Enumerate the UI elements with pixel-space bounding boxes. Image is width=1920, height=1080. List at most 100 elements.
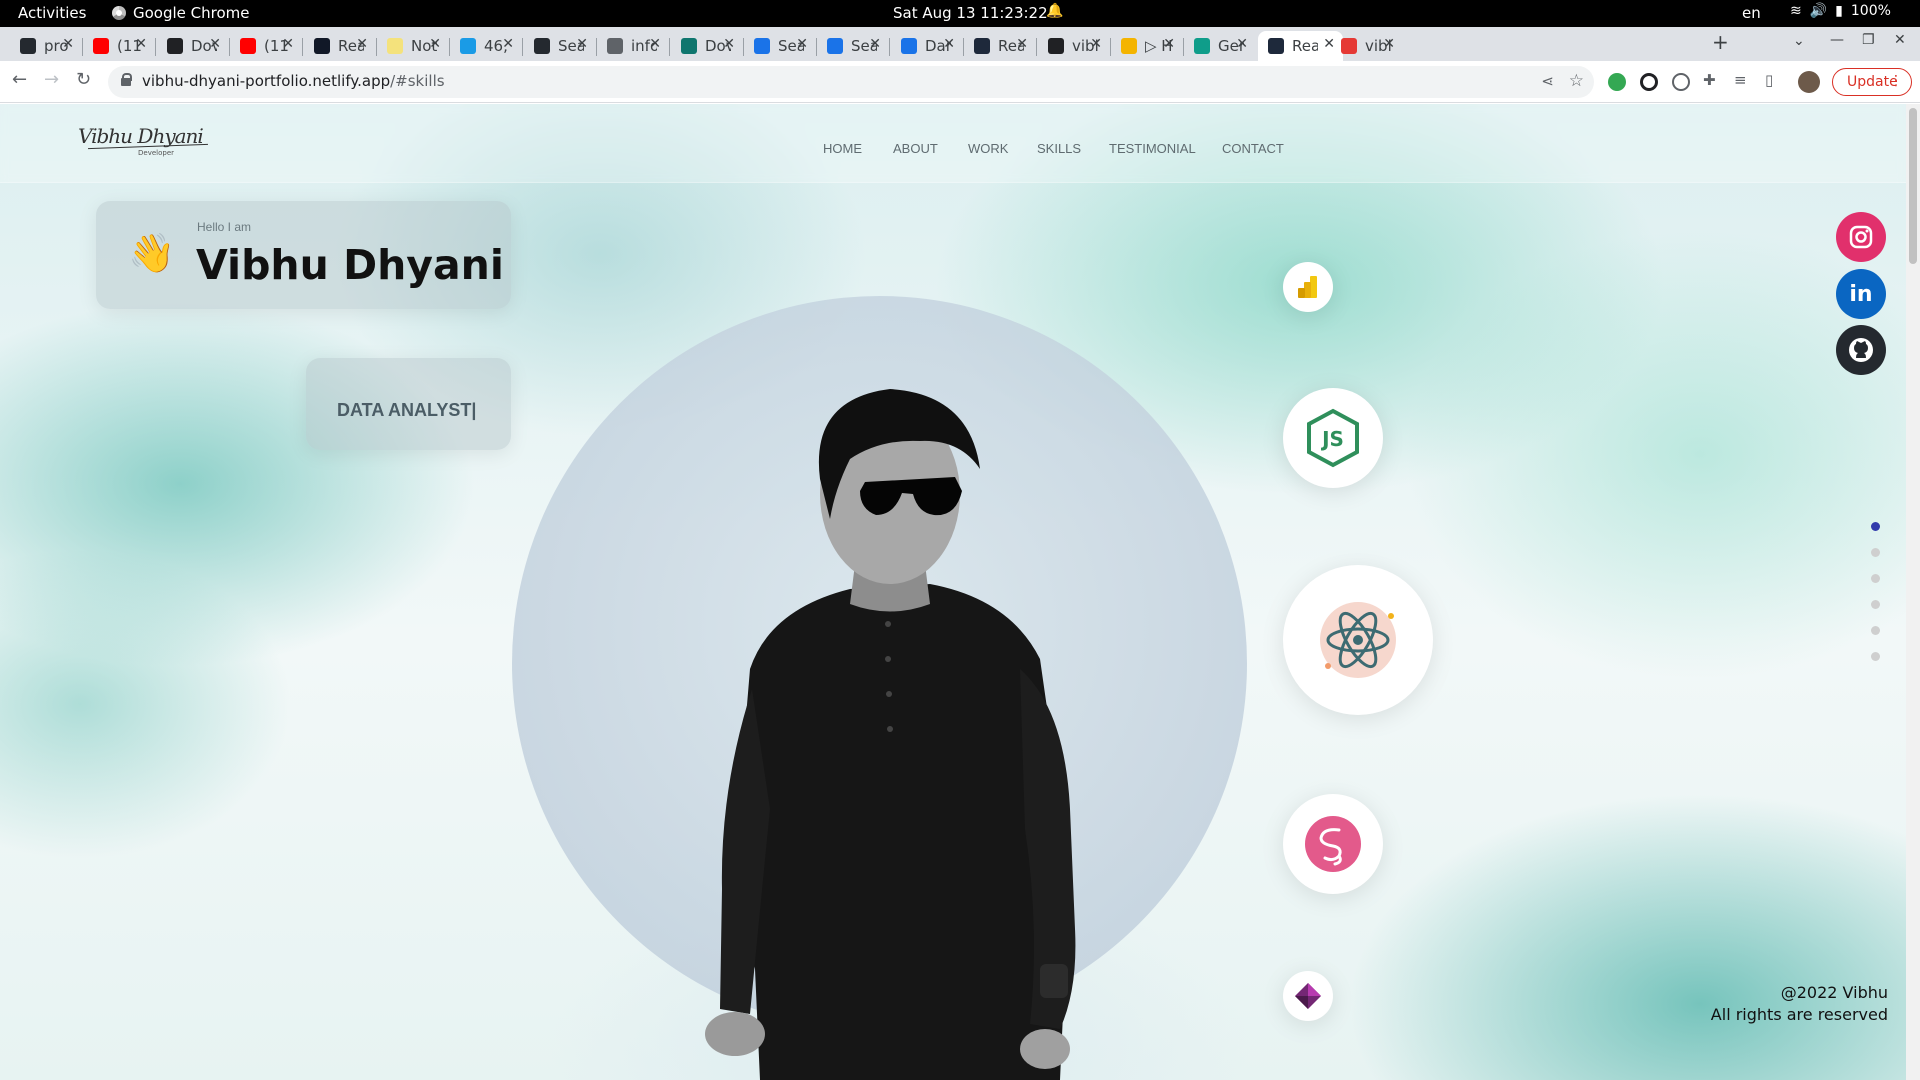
tab-close-icon[interactable]: ✕ [576, 36, 588, 52]
page-scrollbar[interactable] [1906, 104, 1920, 1080]
new-tab-button[interactable]: + [1712, 30, 1729, 54]
system-top-bar: Activities Google Chrome Sat Aug 13 11:2… [0, 0, 1920, 27]
forward-arrow-icon[interactable]: → [44, 69, 59, 90]
browser-tab[interactable]: (11 ✕ [230, 31, 302, 61]
nav-about[interactable]: ABOUT [893, 141, 968, 156]
tab-close-icon[interactable]: ✕ [356, 36, 368, 52]
browser-tab[interactable]: Not ✕ [377, 31, 449, 61]
tab-close-icon[interactable]: ✕ [649, 36, 661, 52]
dot-skills[interactable] [1871, 600, 1880, 609]
activities-button[interactable]: Activities [18, 4, 86, 22]
tab-close-icon[interactable]: ✕ [1236, 36, 1248, 52]
browser-tab[interactable]: Sea ✕ [524, 31, 596, 61]
copyright-year: @2022 Vibhu [1780, 983, 1888, 1002]
tab-close-icon[interactable]: ✕ [1090, 36, 1102, 52]
side-panel-icon[interactable]: ▯ [1765, 71, 1773, 89]
tab-close-icon[interactable]: ✕ [723, 36, 735, 52]
reload-icon[interactable]: ↻ [76, 69, 91, 90]
close-window-icon[interactable]: ✕ [1894, 32, 1906, 48]
browser-tab[interactable]: Ger ✕ [1184, 31, 1256, 61]
dot-contact[interactable] [1871, 652, 1880, 661]
hero-name: Vibhu Dhyani [196, 241, 504, 289]
nav-testimonial[interactable]: TESTIMONIAL [1109, 141, 1222, 156]
nav-work[interactable]: WORK [968, 141, 1037, 156]
tab-search-chevron-icon[interactable]: ⌄ [1793, 33, 1805, 49]
nav-skills[interactable]: SKILLS [1037, 141, 1109, 156]
browser-tab[interactable]: Rea ✕ [964, 31, 1036, 61]
tab-close-icon[interactable]: ✕ [943, 36, 955, 52]
dot-home[interactable] [1871, 522, 1880, 531]
tab-close-icon[interactable]: ✕ [1163, 36, 1175, 52]
tab-close-icon[interactable]: ✕ [796, 36, 808, 52]
tab-separator [669, 38, 670, 56]
back-arrow-icon[interactable]: ← [12, 69, 27, 90]
tab-close-icon[interactable]: ✕ [209, 36, 221, 52]
clock[interactable]: Sat Aug 13 11:23:22 [893, 4, 1048, 22]
browser-tab[interactable]: Dar ✕ [891, 31, 963, 61]
browser-tab[interactable]: ▷ H ✕ [1111, 31, 1183, 61]
nav-contact[interactable]: CONTACT [1222, 141, 1292, 156]
kebab-menu-icon[interactable]: ⋮ [1889, 73, 1903, 89]
browser-tab[interactable]: Sea ✕ [744, 31, 816, 61]
share-icon[interactable]: ⋖ [1541, 72, 1554, 90]
scrollbar-thumb[interactable] [1909, 108, 1917, 264]
browser-tab[interactable]: Dov ✕ [157, 31, 229, 61]
tab-separator [302, 38, 303, 56]
restore-icon[interactable]: ❐ [1862, 32, 1875, 48]
extension-circle-icon[interactable] [1672, 73, 1690, 91]
language-indicator[interactable]: en [1742, 4, 1761, 22]
tab-close-icon[interactable]: ✕ [502, 36, 514, 52]
tab-strip: pro ✕ (11 ✕ Dov ✕ (11 ✕ Rea ✕ Not ✕ 46, ✕ Sea ✕ info ✕ Dov… [0, 27, 1920, 61]
copyright: @2022 Vibhu All rights are reserved [1711, 982, 1888, 1026]
instagram-link[interactable] [1836, 212, 1886, 262]
system-status-area[interactable]: ≋ 🔊 ▮ 100% [1790, 3, 1891, 19]
power-bi-skill [1283, 262, 1333, 312]
dot-work[interactable] [1871, 574, 1880, 583]
sass-icon [1305, 816, 1361, 872]
reading-list-icon[interactable]: ≡ [1734, 71, 1747, 89]
github-link[interactable] [1836, 325, 1886, 375]
extensions-puzzle-icon[interactable]: ✚ [1703, 71, 1716, 89]
greeting-text: Hello I am [197, 220, 252, 234]
update-button[interactable]: Update ⋮ [1832, 68, 1912, 96]
tab-close-icon[interactable]: ✕ [282, 36, 294, 52]
site-icon [167, 38, 183, 54]
dot-about[interactable] [1871, 548, 1880, 557]
tab-close-icon[interactable]: ✕ [135, 36, 147, 52]
extension-sync-icon[interactable] [1640, 73, 1658, 91]
minimize-icon[interactable]: — [1830, 32, 1844, 48]
profile-photo [705, 389, 1076, 1080]
app-menu[interactable]: Google Chrome [112, 4, 250, 22]
lock-icon[interactable] [121, 73, 132, 86]
tab-close-icon[interactable]: ✕ [1383, 36, 1395, 52]
browser-tab[interactable]: Sea ✕ [817, 31, 889, 61]
profile-avatar[interactable] [1798, 71, 1820, 93]
volume-icon: 🔊 [1809, 3, 1828, 19]
browser-tab[interactable]: info ✕ [597, 31, 669, 61]
browser-tab[interactable]: pro ✕ [10, 31, 82, 61]
tab-close-icon[interactable]: ✕ [1016, 36, 1028, 52]
site-logo[interactable]: Vibhu Dhyani Developer [78, 124, 218, 164]
browser-tab[interactable]: (11 ✕ [83, 31, 155, 61]
browser-tab[interactable]: vibl ✕ [1331, 31, 1403, 61]
browser-tab[interactable]: Rea ✕ [304, 31, 376, 61]
extension-green-plus-icon[interactable] [1608, 73, 1626, 91]
address-bar[interactable]: vibhu-dhyani-portfolio.netlify.app/#skil… [108, 66, 1594, 98]
dot-testimonial[interactable] [1871, 626, 1880, 635]
browser-tab[interactable]: 46, ✕ [450, 31, 522, 61]
power-bi-icon [1298, 276, 1317, 298]
react-icon [1320, 602, 1396, 678]
site-icon [1048, 38, 1064, 54]
browser-tab[interactable]: vibl ✕ [1038, 31, 1110, 61]
tab-close-icon[interactable]: ✕ [62, 36, 74, 52]
tab-close-icon[interactable]: ✕ [429, 36, 441, 52]
chrome-icon [112, 6, 126, 20]
bookmark-star-icon[interactable]: ☆ [1569, 71, 1584, 91]
browser-tab[interactable]: Dov ✕ [671, 31, 743, 61]
tab-close-icon[interactable]: ✕ [869, 36, 881, 52]
linkedin-link[interactable]: in [1836, 269, 1886, 319]
site-icon [827, 38, 843, 54]
tab-separator [155, 38, 156, 56]
nav-home[interactable]: HOME [823, 141, 893, 156]
url-text[interactable]: vibhu-dhyani-portfolio.netlify.app/#skil… [142, 72, 445, 90]
